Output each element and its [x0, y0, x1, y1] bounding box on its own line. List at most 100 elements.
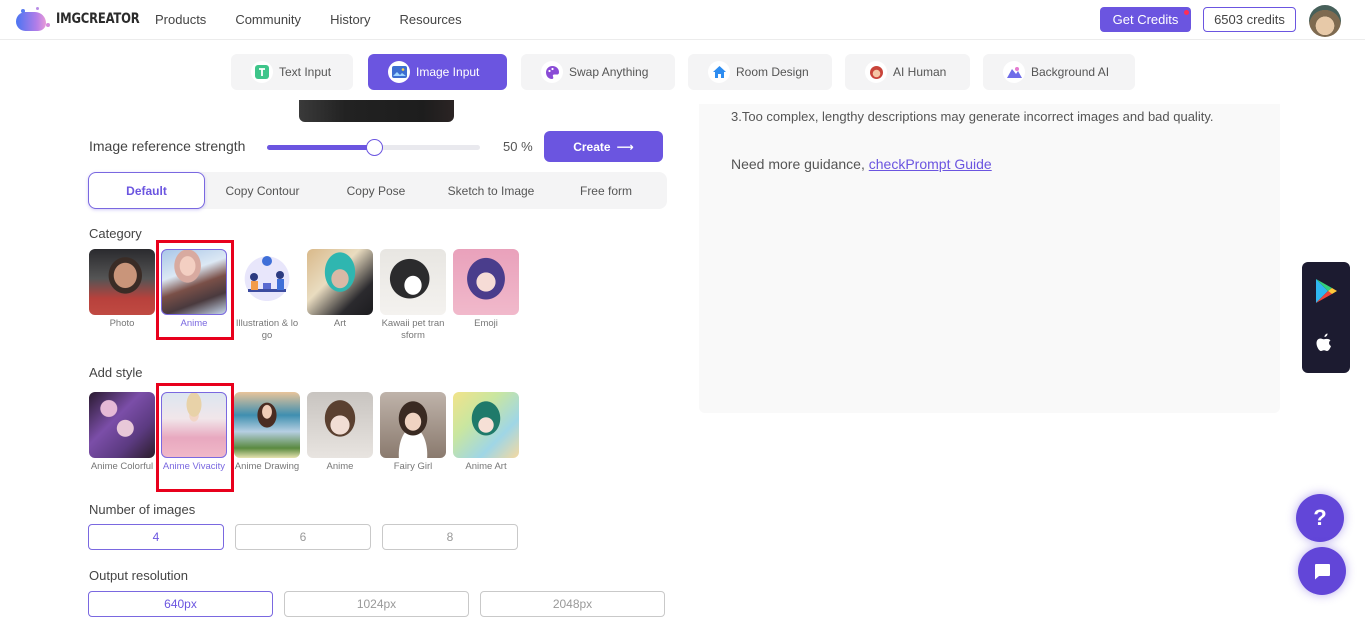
chat-button[interactable] [1298, 547, 1346, 595]
num-images-option-8[interactable]: 8 [382, 524, 518, 550]
help-button[interactable]: ? [1296, 494, 1344, 542]
style-item-anime-vivacity[interactable]: Anime Vivacity [161, 392, 227, 473]
category-item-photo[interactable]: Photo [89, 249, 155, 330]
background-ai-icon [1003, 61, 1025, 83]
image-input-icon [388, 61, 410, 83]
get-credits-label: Get Credits [1112, 12, 1179, 27]
thumbnail [380, 249, 446, 315]
nav-resources[interactable]: Resources [400, 12, 462, 27]
strength-slider[interactable] [267, 139, 480, 156]
category-item-kawaii-pet[interactable]: Kawaii pet transform [380, 249, 446, 342]
style-item-anime-colorful[interactable]: Anime Colorful [89, 392, 155, 473]
thumbnail [89, 249, 155, 315]
guide-line: Need more guidance, checkPrompt Guide [731, 156, 992, 172]
resolution-option-2048[interactable]: 2048px [480, 591, 665, 617]
tab-label: AI Human [893, 65, 947, 79]
apple-icon[interactable] [1315, 332, 1337, 361]
thumb-label: Photo [109, 318, 135, 329]
get-credits-button[interactable]: Get Credits [1100, 7, 1191, 32]
num-images-option-6[interactable]: 6 [235, 524, 371, 550]
tab-label: Image Input [416, 65, 480, 79]
guide-prefix: Need more guidance, [731, 156, 869, 172]
ai-human-icon [865, 61, 887, 83]
reference-image-preview [299, 100, 454, 122]
notification-dot [1184, 10, 1189, 15]
brand-name: IMGCREATOR [56, 11, 140, 27]
prompt-guide-link[interactable]: checkPrompt Guide [869, 156, 992, 172]
strength-label: Image reference strength [89, 138, 246, 154]
tab-label: Room Design [736, 65, 809, 79]
question-icon: ? [1313, 505, 1327, 530]
logo-icon [16, 7, 50, 31]
category-item-illustration-logo[interactable]: Illustration & logo [234, 249, 300, 342]
tab-text-input[interactable]: Text Input [231, 54, 353, 90]
thumb-label: Anime Vivacity [162, 461, 226, 472]
slider-thumb[interactable] [365, 139, 383, 156]
mode-copy-pose[interactable]: Copy Pose [320, 172, 432, 209]
house-icon [708, 61, 730, 83]
thumbnail [161, 249, 227, 315]
thumbnail [234, 249, 300, 315]
mode-sketch-to-image[interactable]: Sketch to Image [432, 172, 550, 209]
category-item-art[interactable]: Art [307, 249, 373, 330]
category-item-emoji[interactable]: Emoji [453, 249, 519, 330]
credits-balance[interactable]: 6503 credits [1203, 7, 1296, 32]
tab-label: Swap Anything [569, 65, 649, 79]
user-avatar[interactable] [1309, 5, 1341, 37]
tab-swap-anything[interactable]: Swap Anything [521, 54, 675, 90]
tab-image-input[interactable]: Image Input [368, 54, 507, 90]
top-header: IMGCREATOR Products Community History Re… [0, 0, 1365, 40]
category-item-anime[interactable]: Anime [161, 249, 227, 330]
palette-icon [541, 61, 563, 83]
tip-text: 3.Too complex, lengthy descriptions may … [731, 109, 1214, 124]
thumb-label: Fairy Girl [393, 461, 433, 472]
thumb-label: Anime Colorful [90, 461, 154, 472]
style-label: Add style [89, 365, 143, 380]
resolution-option-640[interactable]: 640px [88, 591, 273, 617]
tab-room-design[interactable]: Room Design [688, 54, 832, 90]
thumbnail [380, 392, 446, 458]
tab-background-ai[interactable]: Background AI [983, 54, 1135, 90]
mode-default[interactable]: Default [88, 172, 205, 209]
num-images-option-4[interactable]: 4 [88, 524, 224, 550]
thumb-label: Emoji [474, 318, 498, 329]
resolution-option-1024[interactable]: 1024px [284, 591, 469, 617]
mode-copy-contour[interactable]: Copy Contour [205, 172, 320, 209]
create-button[interactable]: Create ⟶ [544, 131, 663, 162]
thumbnail [453, 392, 519, 458]
thumb-label: Art [333, 318, 347, 329]
thumbnail [307, 392, 373, 458]
chat-icon [1315, 563, 1330, 579]
thumbnail [161, 392, 227, 458]
resolution-label: Output resolution [89, 568, 189, 583]
category-label: Category [89, 226, 142, 241]
thumbnail [453, 249, 519, 315]
thumb-label: Anime [180, 318, 208, 329]
mode-free-form[interactable]: Free form [550, 172, 662, 209]
thumb-label: Anime Art [465, 461, 507, 472]
tab-ai-human[interactable]: AI Human [845, 54, 970, 90]
num-images-label: Number of images [89, 502, 196, 517]
style-item-fairy-girl[interactable]: Fairy Girl [380, 392, 446, 473]
tab-label: Background AI [1031, 65, 1110, 79]
style-item-anime[interactable]: Anime [307, 392, 373, 473]
thumb-label: Kawaii pet transform [381, 318, 445, 341]
thumb-label: Illustration & logo [235, 318, 299, 341]
nav-history[interactable]: History [330, 12, 370, 27]
brand-logo[interactable]: IMGCREATOR [16, 7, 147, 31]
google-play-icon[interactable] [1314, 278, 1338, 309]
thumb-label: Anime Drawing [234, 461, 300, 472]
style-item-anime-art[interactable]: Anime Art [453, 392, 519, 473]
arrow-right-icon: ⟶ [616, 139, 634, 154]
thumbnail [307, 249, 373, 315]
slider-fill [267, 145, 374, 150]
strength-value: 50 % [503, 139, 533, 154]
thumbnail [234, 392, 300, 458]
nav-community[interactable]: Community [235, 12, 301, 27]
thumbnail [89, 392, 155, 458]
main-nav: Products Community History Resources [155, 12, 491, 27]
prompt-tips-panel: 3.Too complex, lengthy descriptions may … [699, 104, 1280, 413]
tab-label: Text Input [279, 65, 332, 79]
style-item-anime-drawing[interactable]: Anime Drawing [234, 392, 300, 473]
nav-products[interactable]: Products [155, 12, 206, 27]
